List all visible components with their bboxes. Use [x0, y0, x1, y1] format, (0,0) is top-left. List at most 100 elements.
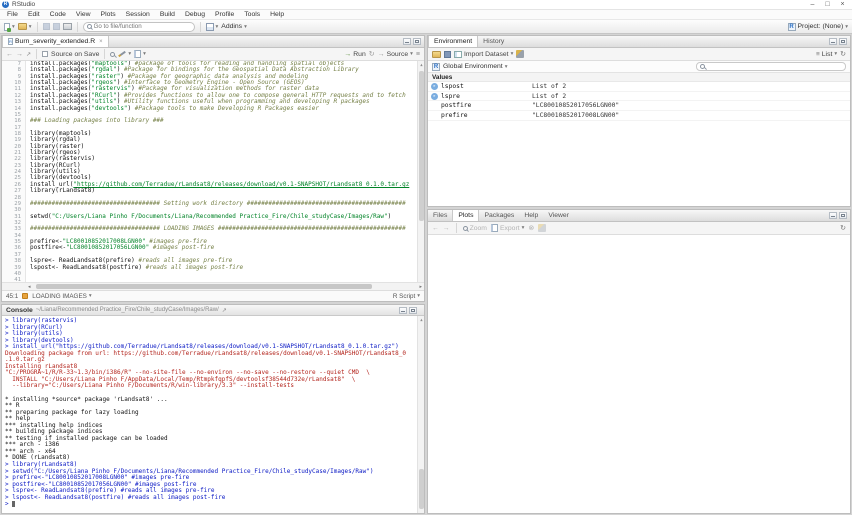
menu-profile[interactable]: Profile	[210, 10, 239, 19]
console-body[interactable]: > library(rastervis)> library(RCurl)> li…	[2, 316, 424, 513]
window-maximize-button[interactable]: □	[820, 0, 835, 9]
refresh-icon[interactable]: ↻	[840, 224, 846, 232]
code-tools-button[interactable]: ▾	[118, 51, 131, 57]
goto-file-function-input[interactable]	[94, 23, 184, 30]
cursor-position: 45:1	[6, 293, 18, 300]
editor-tab[interactable]: R Burn_severity_extended.R ×	[2, 36, 109, 47]
project-label: Project: (None)	[798, 23, 844, 30]
environment-row[interactable]: postfire"LC80010852017056LGN00"	[428, 101, 850, 111]
save-button[interactable]	[43, 23, 50, 30]
pane-maximize-button[interactable]	[839, 212, 847, 219]
environment-row[interactable]: ▸lspreList of 2	[428, 92, 850, 102]
menu-build[interactable]: Build	[155, 10, 180, 19]
save-all-button[interactable]	[53, 23, 60, 30]
tab-help[interactable]: Help	[519, 210, 543, 221]
source-on-save-label: Source on Save	[51, 51, 99, 58]
pane-maximize-button[interactable]	[839, 38, 847, 45]
tab-history[interactable]: History	[478, 36, 509, 47]
source-button[interactable]: →Source▾	[378, 51, 413, 58]
tab-viewer[interactable]: Viewer	[543, 210, 574, 221]
caret-down-icon: ▾	[143, 51, 146, 57]
scrollbar-thumb[interactable]	[419, 71, 424, 221]
pane-maximize-button[interactable]	[413, 38, 421, 45]
scrollbar-thumb[interactable]	[36, 284, 372, 289]
load-workspace-icon[interactable]	[432, 51, 441, 58]
run-button[interactable]: →Run	[344, 51, 365, 58]
window-minimize-button[interactable]: –	[805, 0, 820, 9]
console-vertical-scrollbar[interactable]: ▲	[417, 316, 424, 513]
scrollbar-thumb[interactable]	[419, 469, 424, 509]
pane-minimize-button[interactable]	[829, 38, 837, 45]
zoom-plot-button[interactable]: Zoom	[463, 225, 487, 232]
pane-maximize-button[interactable]	[409, 307, 417, 314]
forward-icon[interactable]: →	[16, 51, 23, 58]
save-workspace-icon[interactable]	[444, 51, 451, 58]
remove-plot-icon[interactable]: ⊗	[528, 224, 534, 232]
clear-objects-icon[interactable]	[516, 50, 524, 58]
menu-help[interactable]: Help	[265, 10, 289, 19]
scroll-left-icon[interactable]: ◂	[28, 283, 31, 291]
editor-horizontal-scrollbar[interactable]: ◂ ▸	[2, 282, 424, 290]
caret-down-icon: ▾	[505, 64, 508, 70]
compile-report-button[interactable]: ▾	[134, 50, 146, 58]
addins-button[interactable]: Addins▾	[221, 23, 247, 30]
goto-file-function-box[interactable]	[83, 22, 195, 32]
scroll-up-icon[interactable]: ▲	[418, 62, 424, 67]
menu-debug[interactable]: Debug	[180, 10, 210, 19]
object-name: lspost	[441, 83, 464, 90]
window-close-button[interactable]: ×	[835, 0, 850, 9]
source-on-save-checkbox[interactable]	[42, 51, 48, 57]
section-navigator[interactable]: LOADING IMAGES▾	[32, 293, 91, 300]
caret-down-icon: ▾	[845, 24, 848, 30]
tab-close-icon[interactable]: ×	[99, 39, 103, 45]
scroll-right-icon[interactable]: ▸	[419, 283, 422, 291]
tab-files[interactable]: Files	[428, 210, 452, 221]
project-selector[interactable]: R Project: (None) ▾	[788, 23, 848, 31]
menu-code[interactable]: Code	[45, 10, 71, 19]
expand-object-icon[interactable]: ▸	[431, 83, 438, 90]
rerun-icon[interactable]: ↻	[369, 50, 375, 58]
environment-row[interactable]: ▸lspostList of 2	[428, 82, 850, 92]
menu-plots[interactable]: Plots	[96, 10, 121, 19]
refresh-icon[interactable]: ↻	[840, 50, 846, 58]
editor-vertical-scrollbar[interactable]: ▲	[417, 61, 424, 282]
find-replace-icon[interactable]	[110, 52, 115, 57]
menu-edit[interactable]: Edit	[23, 10, 45, 19]
new-file-button[interactable]: ▾	[4, 23, 15, 31]
file-type-selector[interactable]: R Script▾	[393, 293, 420, 300]
menu-file[interactable]: File	[2, 10, 23, 19]
code-editor-area[interactable]: 7install.packages("maptools") #package o…	[2, 61, 424, 282]
new-project-button[interactable]: ▾	[18, 23, 32, 30]
caret-down-icon: ▾	[216, 24, 219, 30]
pane-minimize-button[interactable]	[403, 38, 411, 45]
panes-layout-button[interactable]: ▾	[206, 23, 219, 31]
tab-environment[interactable]: Environment	[428, 36, 478, 47]
scroll-up-icon[interactable]: ▲	[418, 317, 424, 322]
back-icon[interactable]: ←	[6, 51, 13, 58]
panes-grid-icon	[206, 23, 214, 31]
popout-icon[interactable]: ↗	[222, 307, 227, 314]
pane-minimize-button[interactable]	[399, 307, 407, 314]
menu-view[interactable]: View	[71, 10, 96, 19]
environment-row[interactable]: prefire"LC80010852017008LGN00"	[428, 111, 850, 121]
popout-icon[interactable]: ↗	[26, 51, 31, 58]
clear-plots-icon[interactable]	[538, 224, 546, 232]
tab-plots[interactable]: Plots	[452, 210, 479, 221]
title-bar: R RStudio – □ ×	[0, 0, 852, 10]
print-button[interactable]	[63, 23, 72, 30]
import-dataset-button[interactable]: Import Dataset▾	[454, 51, 513, 58]
file-type-label: R Script	[393, 293, 415, 300]
export-plot-button[interactable]: Export▾	[491, 224, 524, 232]
next-plot-icon[interactable]: →	[443, 225, 450, 232]
menu-tools[interactable]: Tools	[239, 10, 265, 19]
pane-minimize-button[interactable]	[829, 212, 837, 219]
tab-packages[interactable]: Packages	[479, 210, 519, 221]
environment-search-box[interactable]	[696, 62, 846, 71]
menu-session[interactable]: Session	[121, 10, 155, 19]
previous-plot-icon[interactable]: ←	[432, 225, 439, 232]
list-view-button[interactable]: ≡List▾	[816, 51, 837, 58]
caret-down-icon: ▾	[417, 293, 420, 299]
document-outline-icon[interactable]: ≡	[416, 51, 420, 58]
environment-scope-selector[interactable]: Global Environment▾	[443, 63, 507, 70]
expand-object-icon[interactable]: ▸	[431, 93, 438, 100]
